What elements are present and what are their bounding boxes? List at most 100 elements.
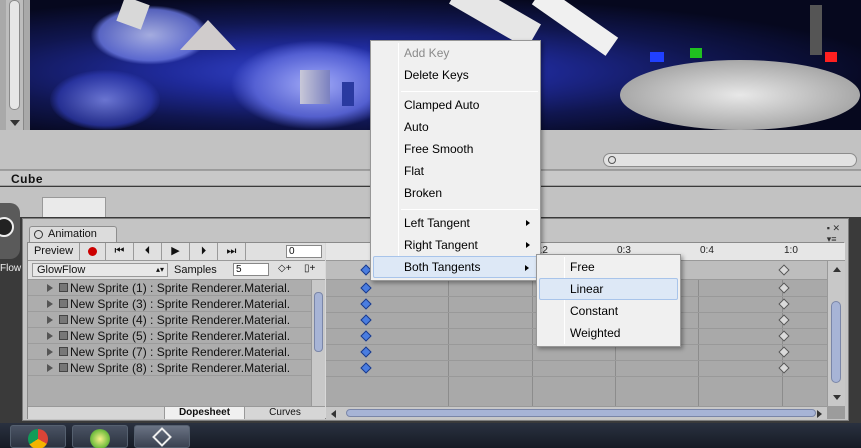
- sprite-icon: [59, 315, 68, 324]
- scroll-down-arrow-icon[interactable]: [833, 395, 841, 400]
- track-list-scrollbar[interactable]: [311, 280, 325, 406]
- previous-frame-button[interactable]: ⏴: [134, 243, 162, 260]
- clip-toolbar: GlowFlow ▴▾ Samples 5 ◇+ ▯+: [28, 261, 325, 280]
- track-label: New Sprite (3) : Sprite Renderer.Materia…: [70, 297, 291, 311]
- keyframe-selected[interactable]: [360, 330, 372, 342]
- menu-item-add-key[interactable]: Add Key: [373, 42, 538, 64]
- table-row[interactable]: New Sprite (1) : Sprite Renderer.Materia…: [28, 280, 311, 296]
- scrollbar-thumb[interactable]: [314, 292, 323, 352]
- preview-slot: [42, 197, 106, 217]
- flow-label: Flow: [0, 263, 22, 274]
- menu-item-flat[interactable]: Flat: [373, 160, 538, 182]
- clip-name: GlowFlow: [37, 264, 86, 276]
- table-row[interactable]: New Sprite (7) : Sprite Renderer.Materia…: [28, 344, 311, 360]
- expand-arrow-icon[interactable]: [47, 332, 53, 340]
- menu-item-auto[interactable]: Auto: [373, 116, 538, 138]
- taskbar-unity[interactable]: [134, 425, 190, 448]
- track-label: New Sprite (4) : Sprite Renderer.Materia…: [70, 313, 291, 327]
- mode-switcher: Dopesheet Curves: [28, 406, 325, 419]
- keyframe[interactable]: [778, 282, 790, 294]
- expand-arrow-icon[interactable]: [47, 364, 53, 372]
- expand-arrow-icon[interactable]: [47, 316, 53, 324]
- keyframe[interactable]: [778, 314, 790, 326]
- table-row[interactable]: New Sprite (8) : Sprite Renderer.Materia…: [28, 360, 311, 376]
- keyframe[interactable]: [778, 346, 790, 358]
- menu-item-label: Both Tangents: [404, 260, 481, 274]
- menu-item-right-tangent[interactable]: Right Tangent: [373, 234, 538, 256]
- keyframe-selected[interactable]: [360, 298, 372, 310]
- menu-item-left-tangent[interactable]: Left Tangent: [373, 212, 538, 234]
- record-button[interactable]: [80, 243, 106, 260]
- scrollbar-thumb[interactable]: [831, 301, 841, 383]
- ruler-label: 0:4: [700, 245, 714, 256]
- samples-label: Samples: [174, 264, 217, 276]
- sprite-icon: [59, 331, 68, 340]
- menu-item-broken[interactable]: Broken: [373, 182, 538, 204]
- sprite-icon: [59, 347, 68, 356]
- track-label: New Sprite (7) : Sprite Renderer.Materia…: [70, 345, 291, 359]
- app-icon: [90, 429, 110, 448]
- menu-item-free[interactable]: Free: [539, 256, 678, 278]
- keyframe[interactable]: [778, 362, 790, 374]
- keyframe-selected[interactable]: [360, 282, 372, 294]
- scroll-right-arrow-icon[interactable]: [817, 410, 822, 418]
- first-frame-button[interactable]: ⏮: [106, 243, 134, 260]
- clock-icon: [34, 230, 43, 239]
- timeline-horizontal-scrollbar[interactable]: [326, 406, 827, 419]
- previous-frame-icon: ⏴: [144, 245, 151, 257]
- scroll-left-arrow-icon[interactable]: [331, 410, 336, 418]
- play-button[interactable]: [0, 203, 20, 259]
- cube-shape: [825, 52, 837, 62]
- clip-select[interactable]: GlowFlow ▴▾: [32, 263, 168, 277]
- tab-curves[interactable]: Curves: [244, 407, 325, 419]
- record-icon: [88, 247, 97, 256]
- keyframe-selected[interactable]: [360, 314, 372, 326]
- keyframe[interactable]: [778, 330, 790, 342]
- menu-separator: [401, 209, 538, 210]
- frame-input[interactable]: 0: [286, 245, 322, 258]
- table-row[interactable]: New Sprite (4) : Sprite Renderer.Materia…: [28, 312, 311, 328]
- scroll-down-arrow-icon[interactable]: [10, 120, 20, 126]
- add-event-icon[interactable]: ▯+: [304, 263, 315, 274]
- scrollbar-thumb[interactable]: [9, 0, 20, 110]
- last-frame-icon: ⏭: [226, 245, 237, 257]
- expand-arrow-icon[interactable]: [47, 348, 53, 356]
- preview-button[interactable]: Preview: [28, 243, 80, 260]
- menu-separator: [401, 91, 538, 92]
- taskbar: [0, 423, 861, 448]
- taskbar-app[interactable]: [72, 425, 128, 448]
- keyframe-selected[interactable]: [360, 362, 372, 374]
- add-keyframe-icon[interactable]: ◇+: [278, 263, 292, 274]
- tab-dopesheet[interactable]: Dopesheet: [164, 407, 244, 419]
- scroll-up-arrow-icon[interactable]: [833, 267, 841, 272]
- animation-tab[interactable]: Animation: [29, 226, 117, 242]
- keyframe[interactable]: [778, 264, 790, 276]
- menu-item-free-smooth[interactable]: Free Smooth: [373, 138, 538, 160]
- menu-item-constant[interactable]: Constant: [539, 300, 678, 322]
- samples-input[interactable]: 5: [233, 263, 269, 276]
- menu-item-clamped-auto[interactable]: Clamped Auto: [373, 94, 538, 116]
- object-name: Cube: [11, 172, 43, 186]
- animation-tab-label: Animation: [48, 228, 97, 240]
- scrollbar-thumb[interactable]: [346, 409, 816, 417]
- keyframe-selected[interactable]: [360, 346, 372, 358]
- timeline-vertical-scrollbar[interactable]: [827, 261, 845, 406]
- ruler-label: 1:0: [784, 245, 798, 256]
- taskbar-chrome[interactable]: [10, 425, 66, 448]
- submenu-arrow-icon: [525, 265, 529, 271]
- keyframe[interactable]: [778, 298, 790, 310]
- scene-search-input[interactable]: [603, 153, 857, 167]
- menu-item-linear[interactable]: Linear: [539, 278, 678, 300]
- track-label: New Sprite (8) : Sprite Renderer.Materia…: [70, 361, 291, 375]
- table-row[interactable]: New Sprite (3) : Sprite Renderer.Materia…: [28, 296, 311, 312]
- expand-arrow-icon[interactable]: [47, 284, 53, 292]
- expand-arrow-icon[interactable]: [47, 300, 53, 308]
- last-frame-button[interactable]: ⏭: [218, 243, 246, 260]
- play-button[interactable]: ▶: [162, 243, 190, 260]
- next-frame-button[interactable]: ⏵: [190, 243, 218, 260]
- menu-item-delete-keys[interactable]: Delete Keys: [373, 64, 538, 86]
- table-row[interactable]: New Sprite (5) : Sprite Renderer.Materia…: [28, 328, 311, 344]
- menu-item-weighted[interactable]: Weighted: [539, 322, 678, 344]
- menu-item-both-tangents[interactable]: Both Tangents: [373, 256, 538, 278]
- scene-scrollbar[interactable]: [6, 0, 24, 130]
